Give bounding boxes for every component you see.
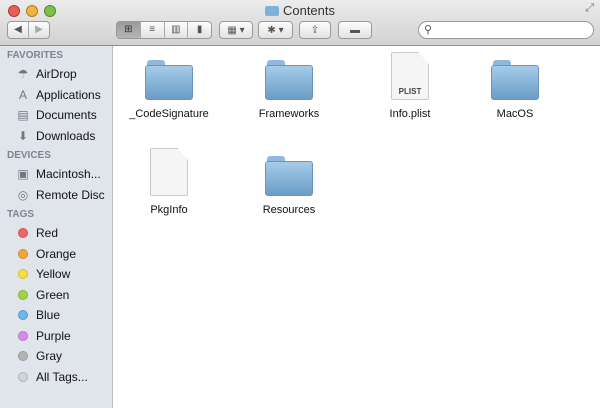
file-name: _CodeSignature [129, 108, 209, 120]
sidebar-item-macintosh[interactable]: ▣ Macintosh... [0, 164, 112, 185]
sidebar-item-label: All Tags... [36, 369, 88, 384]
fullscreen-icon[interactable]: ⤢ [585, 2, 594, 15]
sidebar-tag-purple[interactable]: Purple [0, 326, 112, 347]
arrange-button[interactable]: ▦ ▾ [219, 21, 253, 39]
action-gear-button[interactable]: ✱ ▾ [258, 21, 293, 39]
file-name: Info.plist [389, 108, 431, 120]
sidebar-item-label: Red [36, 226, 59, 241]
sidebar-tag-green[interactable]: Green [0, 285, 112, 306]
sidebar-item-airdrop[interactable]: ☂ AirDrop [0, 64, 112, 85]
disc-icon: ◎ [17, 187, 29, 202]
folder-icon [145, 60, 193, 100]
applications-icon: A [18, 87, 27, 102]
sidebar-item-label: AirDrop [36, 67, 77, 82]
sidebar-tag-yellow[interactable]: Yellow [0, 264, 112, 285]
file-item[interactable]: PkgInfo [114, 148, 224, 216]
devices-header: DEVICES [7, 150, 51, 161]
nav-buttons: ◀ ▶ [7, 21, 50, 39]
tag-color-dot-icon [18, 310, 28, 321]
sidebar-item-downloads[interactable]: ⬇ Downloads [0, 126, 112, 147]
search-icon: ⚲ [424, 24, 433, 36]
file-name: PkgInfo [150, 204, 188, 216]
file-item[interactable]: PLIST Info.plist [355, 52, 465, 120]
airdrop-icon: ☂ [17, 67, 29, 82]
coverflow-view-button[interactable]: ▮ [188, 22, 211, 38]
file-name: MacOS [496, 108, 534, 120]
file-name: Frameworks [258, 108, 320, 120]
plist-badge: PLIST [398, 87, 422, 96]
sidebar-item-label: Purple [36, 328, 71, 343]
tag-color-dot-icon [18, 248, 28, 259]
tag-color-dot-icon [18, 289, 28, 300]
sidebar-item-documents[interactable]: ▤ Documents [0, 105, 112, 126]
favorites-header: FAVORITES [7, 50, 63, 61]
view-switcher: ⊞ ≡ ▥ ▮ [116, 21, 212, 39]
window-title-text: Contents [282, 3, 336, 18]
folder-icon [264, 6, 279, 16]
sidebar-item-label: Macintosh... [36, 167, 101, 182]
sidebar-tag-alltags[interactable]: All Tags... [0, 367, 112, 388]
downloads-icon: ⬇ [17, 128, 29, 143]
sidebar-item-label: Applications [36, 87, 101, 102]
sidebar-item-label: Green [36, 287, 70, 302]
sidebar-tag-red[interactable]: Red [0, 223, 112, 244]
list-view-button[interactable]: ≡ [141, 22, 165, 38]
sidebar-item-label: Documents [36, 108, 97, 123]
file-item[interactable]: MacOS [460, 60, 570, 120]
tag-color-dot-icon [18, 330, 28, 341]
plist-document-icon: PLIST [391, 52, 429, 100]
sidebar-item-label: Yellow [36, 267, 71, 282]
tag-color-dot-icon [18, 351, 28, 362]
sidebar-item-label: Orange [36, 246, 77, 261]
tag-color-dot-icon [18, 269, 28, 280]
folder-icon [265, 60, 313, 100]
sidebar-item-label: Remote Disc [36, 187, 105, 202]
sidebar-tag-orange[interactable]: Orange [0, 244, 112, 265]
tag-color-dot-icon [18, 228, 28, 239]
tags-header: TAGS [7, 209, 35, 220]
sidebar-tag-blue[interactable]: Blue [0, 305, 112, 326]
file-item[interactable]: Resources [234, 156, 344, 216]
tags-button[interactable]: ▬ [338, 21, 372, 39]
file-item[interactable]: _CodeSignature [114, 60, 224, 120]
folder-icon [491, 60, 539, 100]
file-area: _CodeSignature Frameworks PLIST Info.plis… [114, 46, 600, 408]
share-button[interactable]: ⇪ [299, 21, 331, 39]
sidebar-item-applications[interactable]: A Applications [0, 85, 112, 106]
file-item[interactable]: Frameworks [234, 60, 344, 120]
sidebar: FAVORITES ☂ AirDrop A Applications ▤ Docume… [0, 46, 113, 408]
sidebar-item-remote-disc[interactable]: ◎ Remote Disc [0, 185, 112, 206]
column-view-button[interactable]: ▥ [165, 22, 189, 38]
documents-icon: ▤ [17, 108, 29, 123]
window-title: Contents [0, 3, 600, 18]
folder-icon [265, 156, 313, 196]
sidebar-item-label: Downloads [36, 128, 96, 143]
icon-view-button[interactable]: ⊞ [117, 22, 141, 38]
title-bar: Contents ⤢ ◀ ▶ ⊞ ≡ ▥ ▮ ▦ ▾ ✱ ▾ ⇪ ▬ ⚲ [0, 0, 600, 46]
hard-drive-icon: ▣ [17, 167, 29, 182]
sidebar-tag-gray[interactable]: Gray [0, 346, 112, 367]
sidebar-item-label: Blue [36, 308, 61, 323]
tag-color-dot-icon [18, 371, 28, 382]
search-input[interactable]: ⚲ [418, 21, 594, 39]
forward-button[interactable]: ▶ [29, 22, 49, 38]
document-icon [150, 148, 188, 196]
file-name: Resources [262, 204, 316, 216]
back-button[interactable]: ◀ [8, 22, 29, 38]
sidebar-item-label: Gray [36, 349, 63, 364]
